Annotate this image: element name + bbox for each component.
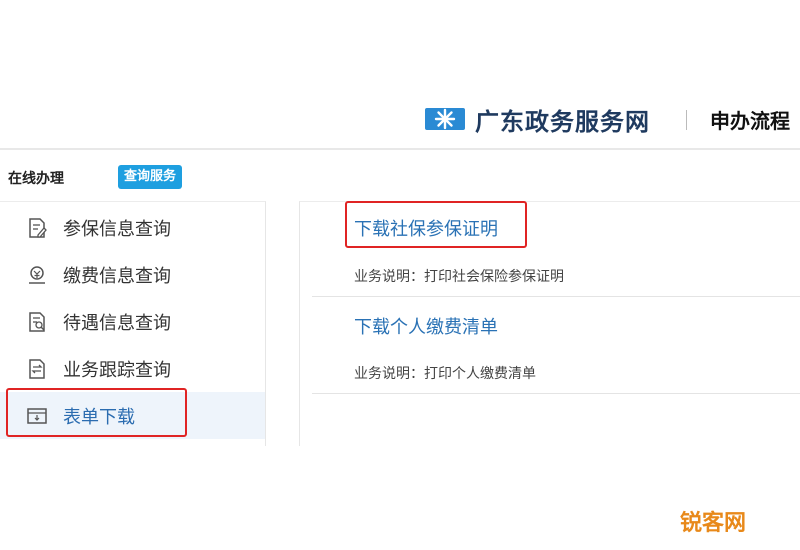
tab-query-service[interactable]: 查询服务 xyxy=(118,165,183,189)
sidebar-item-label: 参保信息查询 xyxy=(63,218,171,240)
site-logo-icon xyxy=(425,108,465,130)
sidebar-item-label: 业务跟踪查询 xyxy=(63,359,171,381)
watermark: 锐客网 xyxy=(680,511,747,536)
sidebar-item-business-tracking[interactable]: 业务跟踪查询 xyxy=(0,345,265,392)
document-edit-icon xyxy=(29,217,47,238)
sidebar-item-label: 缴费信息查询 xyxy=(63,265,171,287)
sidebar-menu: 参保信息查询 缴费信息查询 待遇信息查询 业务跟踪查询 表单下载 xyxy=(0,201,266,446)
header-separator xyxy=(686,110,687,130)
entry-divider xyxy=(312,393,800,394)
sidebar-item-form-download[interactable]: 表单下载 xyxy=(0,392,265,439)
tab-online-service[interactable]: 在线办理 xyxy=(8,168,64,188)
entry-description: 业务说明：打印社会保险参保证明 xyxy=(354,269,564,285)
payment-icon xyxy=(29,265,45,284)
document-search-icon xyxy=(29,311,45,332)
sidebar-item-benefit-info[interactable]: 待遇信息查询 xyxy=(0,298,265,345)
site-name: 广东政务服务网 xyxy=(475,106,650,136)
brand[interactable]: 广东政务服务网 xyxy=(425,102,650,136)
nav-process-link[interactable]: 申办流程 xyxy=(710,105,790,134)
sidebar-item-insurance-info[interactable]: 参保信息查询 xyxy=(0,204,265,251)
sidebar-item-payment-info[interactable]: 缴费信息查询 xyxy=(0,251,265,298)
entry-divider xyxy=(312,296,800,297)
sidebar-item-label: 表单下载 xyxy=(63,406,135,428)
download-payment-list-link[interactable]: 下载个人缴费清单 xyxy=(354,313,498,339)
sidebar-item-label: 待遇信息查询 xyxy=(63,312,171,334)
download-insurance-certificate-link[interactable]: 下载社保参保证明 xyxy=(354,215,498,241)
form-download-icon xyxy=(27,407,47,424)
site-header: 广东政务服务网 申办流程 xyxy=(0,96,800,150)
entry-description: 业务说明：打印个人缴费清单 xyxy=(354,366,536,382)
document-transfer-icon xyxy=(29,358,45,379)
